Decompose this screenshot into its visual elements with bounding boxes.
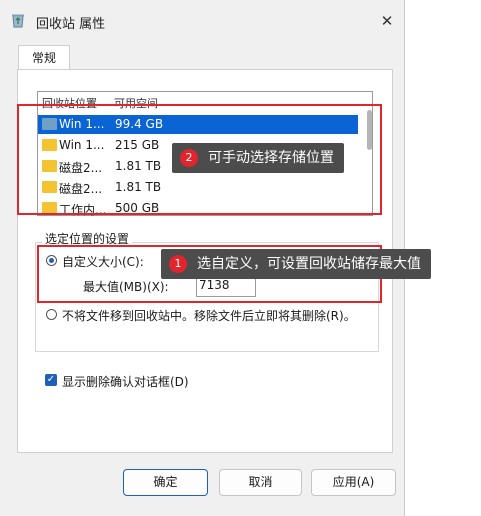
annotation-tip-1: 选自定义，可设置回收站储存最大值	[161, 249, 431, 279]
ok-button[interactable]: 确定	[123, 469, 208, 496]
tab-general[interactable]: 常规	[18, 45, 70, 70]
annotation-badge-2: 2	[180, 149, 198, 167]
apply-button[interactable]: 应用(A)	[311, 469, 396, 496]
no-recycle-radio[interactable]	[46, 309, 57, 320]
annotation-tip-1-text: 选自定义，可设置回收站储存最大值	[197, 256, 421, 272]
recycle-bin-icon	[12, 14, 24, 28]
title-bar: 回收站 属性 ✕	[0, 0, 405, 42]
cancel-button[interactable]: 取消	[219, 469, 302, 496]
confirm-label[interactable]: 显示删除确认对话框(D)	[62, 373, 189, 390]
no-recycle-label[interactable]: 不将文件移到回收站中。移除文件后立即将其删除(R)。	[62, 307, 356, 324]
annotation-badge-1: 1	[169, 255, 187, 273]
close-button[interactable]: ✕	[377, 11, 397, 31]
confirm-checkbox[interactable]: ✓	[45, 374, 57, 386]
window-title: 回收站 属性	[36, 17, 106, 32]
annotation-tip-2-text: 可手动选择存储位置	[208, 150, 334, 166]
